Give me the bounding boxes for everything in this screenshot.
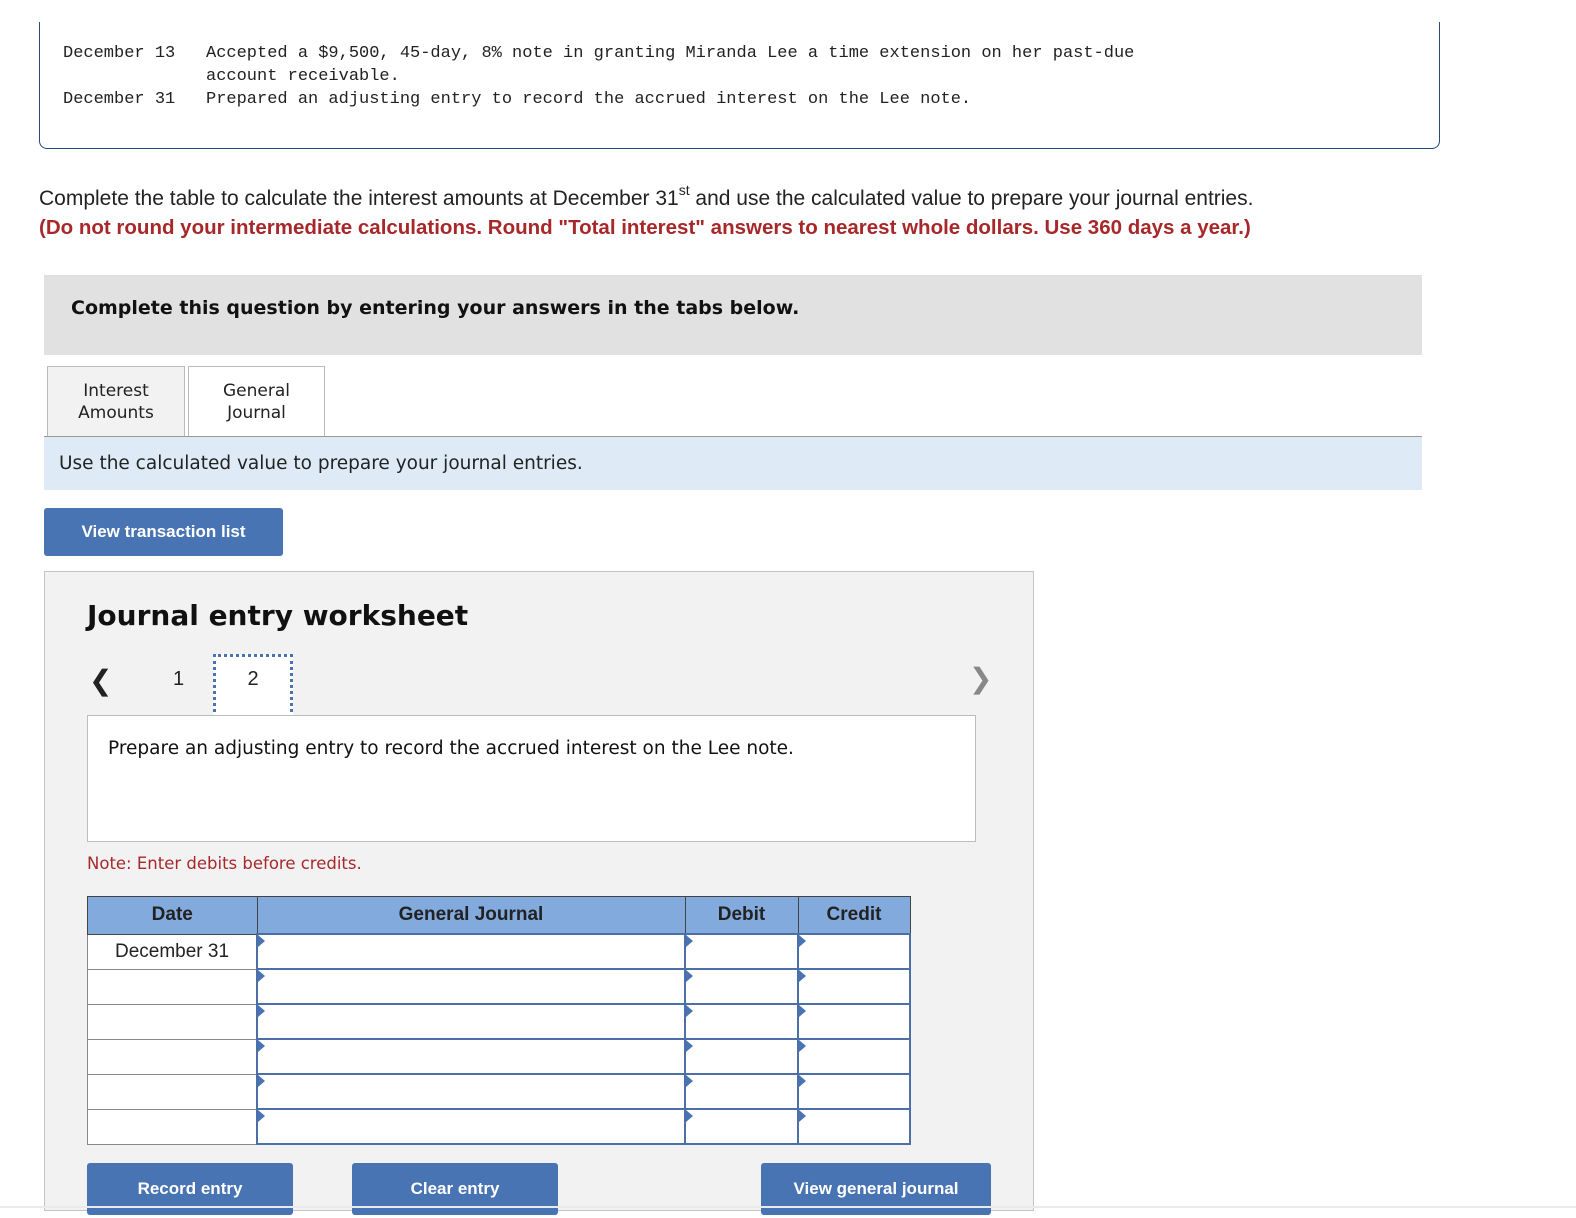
question-banner: Complete this question by entering your …: [44, 275, 1422, 355]
header-date: Date: [87, 896, 258, 935]
account-select[interactable]: [256, 1038, 686, 1075]
transaction-text: Accepted a $9,500, 45-day, 8% note in gr…: [206, 44, 1135, 86]
debit-input[interactable]: [684, 1073, 799, 1110]
date-cell: [87, 1038, 258, 1075]
date-cell: [87, 1003, 258, 1040]
date-cell: [87, 968, 258, 1005]
table-row: [87, 1073, 911, 1110]
instructions: Complete the table to calculate the inte…: [39, 182, 1254, 210]
page-1-link[interactable]: 1: [173, 668, 184, 691]
transaction-text: Prepared an adjusting entry to record th…: [206, 90, 972, 109]
tab-interest-amounts[interactable]: Interest Amounts: [47, 366, 185, 436]
transaction-row: December 13 Accepted a $9,500, 45-day, 8%…: [63, 42, 1134, 88]
credit-input[interactable]: [797, 1003, 911, 1040]
page-2-link[interactable]: 2: [213, 654, 293, 718]
account-select[interactable]: [256, 933, 686, 970]
table-header-row: Date General Journal Debit Credit: [87, 896, 911, 935]
debit-input[interactable]: [684, 968, 799, 1005]
header-general-journal: General Journal: [256, 896, 686, 935]
credit-input[interactable]: [797, 968, 911, 1005]
debit-input[interactable]: [684, 1038, 799, 1075]
table-row: [87, 1108, 911, 1145]
credit-input[interactable]: [797, 1038, 911, 1075]
header-credit: Credit: [797, 896, 911, 935]
credit-input[interactable]: [797, 1108, 911, 1145]
transaction-date: December 13: [63, 44, 176, 63]
entry-prompt-box: Prepare an adjusting entry to record the…: [87, 715, 976, 842]
credit-input[interactable]: [797, 933, 911, 970]
journal-table: Date General Journal Debit Credit Decemb…: [87, 896, 911, 1145]
tab-instruction-banner: Use the calculated value to prepare your…: [44, 437, 1422, 490]
debit-input[interactable]: [684, 1108, 799, 1145]
account-select[interactable]: [256, 968, 686, 1005]
account-select[interactable]: [256, 1073, 686, 1110]
transaction-row: December 31 Prepared an adjusting entry t…: [63, 88, 971, 111]
header-debit: Debit: [684, 896, 799, 935]
debit-input[interactable]: [684, 933, 799, 970]
date-cell: December 31: [87, 933, 258, 970]
debit-input[interactable]: [684, 1003, 799, 1040]
date-cell: [87, 1073, 258, 1110]
account-select[interactable]: [256, 1003, 686, 1040]
chevron-left-icon[interactable]: ❮: [89, 664, 112, 697]
account-select[interactable]: [256, 1108, 686, 1145]
date-cell: [87, 1108, 258, 1145]
table-row: December 31: [87, 933, 911, 970]
view-transaction-list-button[interactable]: View transaction list: [44, 508, 283, 556]
entry-prompt: Prepare an adjusting entry to record the…: [108, 738, 794, 759]
journal-entry-worksheet: Journal entry worksheet ❮ 1 2 ❯ Prepare …: [44, 571, 1034, 1215]
table-row: [87, 1003, 911, 1040]
credit-input[interactable]: [797, 1073, 911, 1110]
page-bottom-divider: [0, 1206, 1576, 1208]
debit-credit-note: Note: Enter debits before credits.: [87, 854, 362, 873]
worksheet-title: Journal entry worksheet: [87, 599, 469, 632]
table-row: [87, 1038, 911, 1075]
table-row: [87, 968, 911, 1005]
transaction-date: December 31: [63, 90, 176, 109]
chevron-right-icon[interactable]: ❯: [969, 662, 992, 695]
rounding-instructions: (Do not round your intermediate calculat…: [39, 216, 1251, 239]
tab-general-journal[interactable]: General Journal: [188, 366, 325, 437]
